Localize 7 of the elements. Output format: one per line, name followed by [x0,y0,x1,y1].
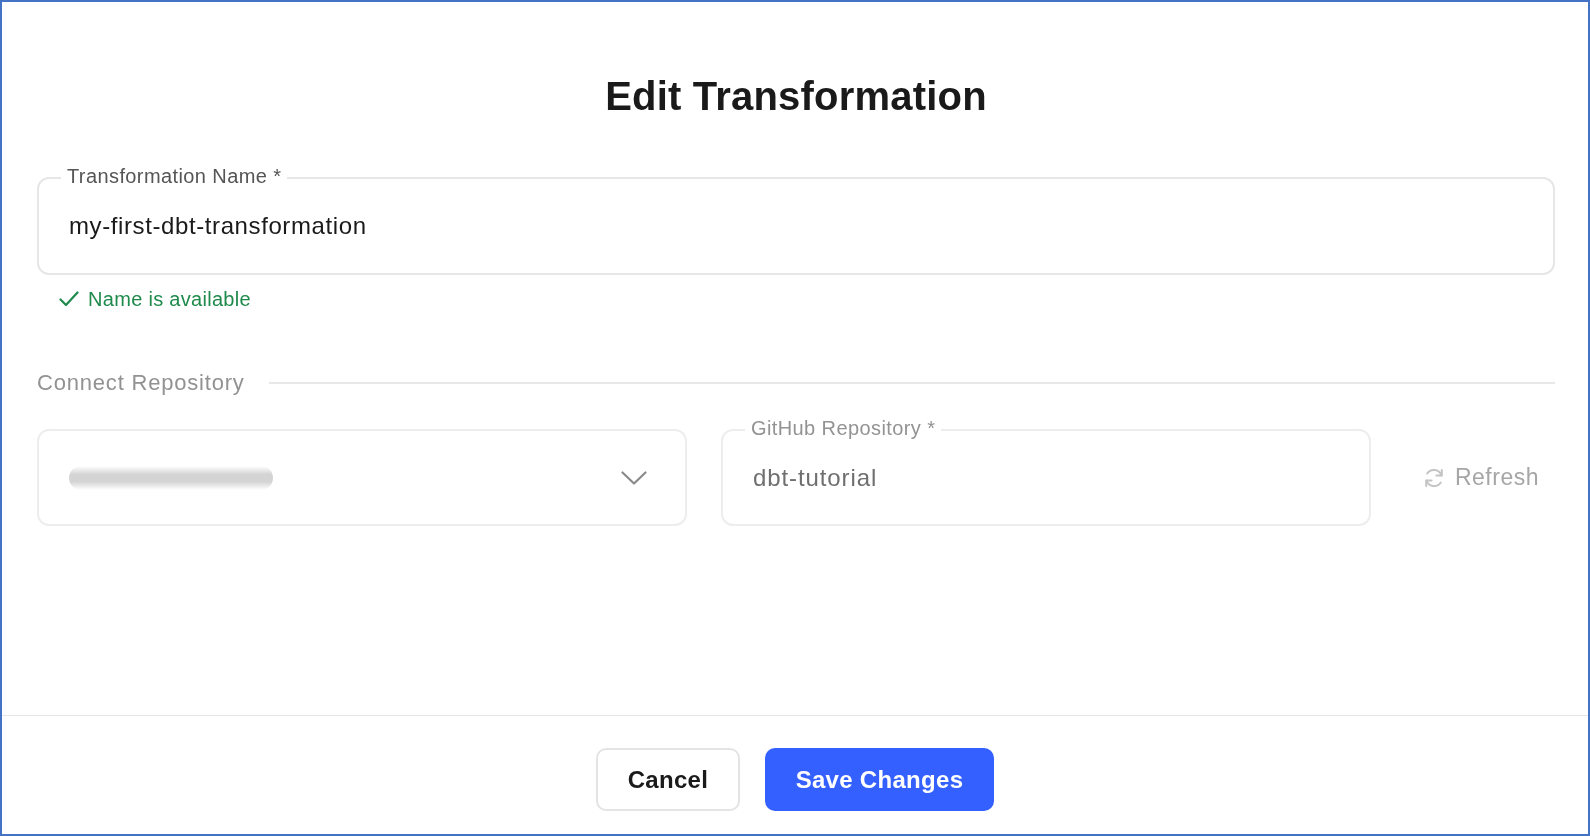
refresh-icon [1422,466,1445,489]
chevron-down-icon [621,470,647,485]
save-button[interactable]: Save Changes [765,748,994,811]
validation-message: Name is available [88,287,251,311]
section-heading: Connect Repository [37,369,245,397]
dialog-title: Edit Transformation [604,73,988,120]
cancel-button[interactable]: Cancel [596,748,740,811]
